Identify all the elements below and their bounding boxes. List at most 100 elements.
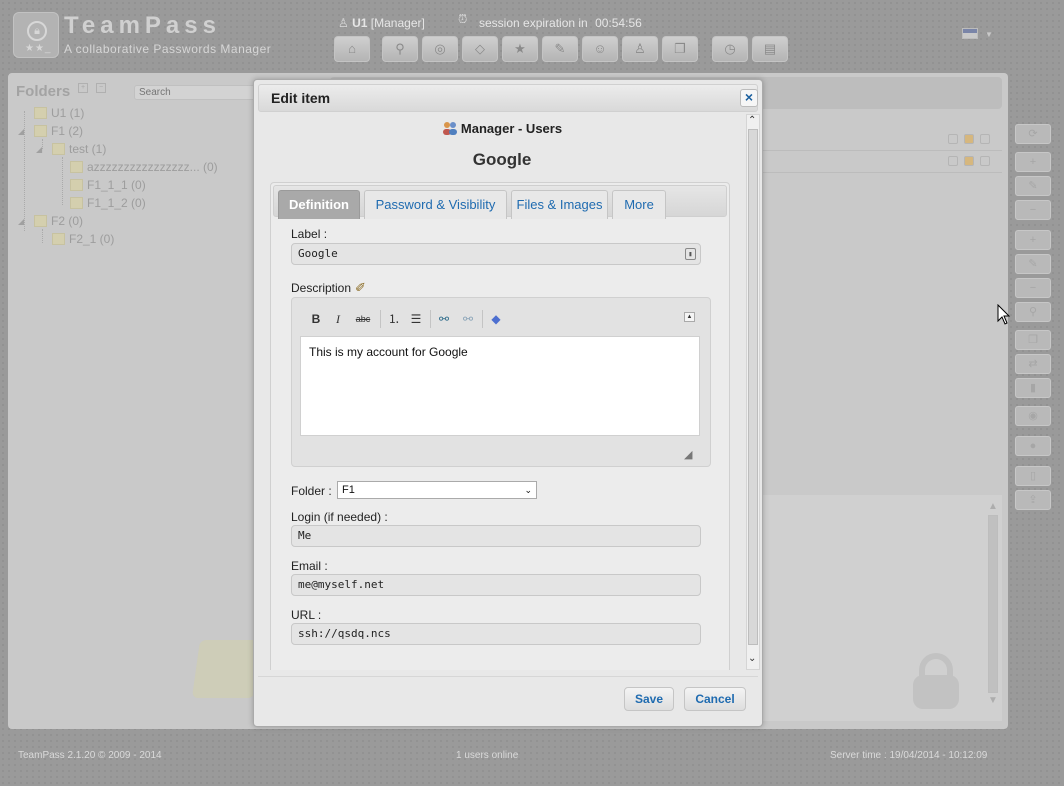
clear-description-icon[interactable]: ✐ — [355, 280, 366, 296]
tree-guide — [42, 229, 43, 243]
user-role: [Manager] — [370, 16, 425, 30]
folder-node[interactable]: azzzzzzzzzzzzzzzz... (0) — [70, 159, 218, 175]
folder-icon — [34, 125, 47, 137]
label-input[interactable]: Google ▮ — [291, 243, 701, 265]
italic-button[interactable]: I — [328, 309, 348, 329]
toolbar-separator — [430, 310, 431, 328]
delete-icon[interactable]: ▮ — [1015, 378, 1051, 398]
home-icon[interactable]: ⌂ — [334, 36, 370, 62]
dialog-footer: Save Cancel — [258, 676, 758, 722]
tag-icon[interactable]: ◇ — [462, 36, 498, 62]
ordered-list-icon[interactable]: ⒈ — [384, 309, 404, 329]
chevron-down-icon[interactable]: ▼ — [985, 30, 993, 39]
copy-login-icon[interactable] — [948, 156, 958, 166]
share-icon[interactable]: ⇪ — [1015, 490, 1051, 510]
group-icon[interactable]: ☺ — [582, 36, 618, 62]
remove-link-icon[interactable]: ⚯ — [458, 309, 478, 329]
tab-password-visibility[interactable]: Password & Visibility — [364, 190, 507, 219]
notes-icon[interactable]: ✎ — [542, 36, 578, 62]
dialog-scrollbar[interactable]: ⌃ ⌄ — [746, 114, 760, 670]
delete-folder-icon[interactable]: − — [1015, 278, 1051, 298]
add-folder-icon[interactable]: + — [1015, 230, 1051, 250]
details-scrollbar[interactable]: ▲ ▼ — [988, 501, 998, 707]
copy-password-icon[interactable] — [964, 134, 974, 144]
contact-card-icon[interactable]: ▮ — [685, 248, 696, 260]
scroll-up-icon[interactable]: ▲ — [988, 501, 998, 512]
app-logo: 🔒︎ ★★_ — [13, 12, 59, 58]
email-input[interactable]: me@myself.net — [291, 574, 701, 596]
description-textarea[interactable]: This is my account for Google — [300, 336, 700, 436]
folder-select[interactable]: F1 ⌄ — [337, 481, 537, 499]
url-field-label: URL : — [291, 608, 322, 622]
key-icon[interactable]: ⚲ — [1015, 302, 1051, 322]
folder-path-text: Manager - Users — [460, 121, 563, 136]
folder-node[interactable]: F1_1_1 (0) — [70, 177, 146, 193]
scroll-down-icon[interactable]: ⌄ — [748, 653, 756, 664]
insert-link-icon[interactable]: ⚯ — [434, 309, 454, 329]
unordered-list-icon[interactable]: ☰ — [406, 309, 426, 329]
folder-node[interactable]: F2_1 (0) — [52, 231, 114, 247]
login-input[interactable]: Me — [291, 525, 701, 547]
folder-label: test (1) — [69, 142, 107, 156]
delete-item-icon[interactable]: − — [1015, 200, 1051, 220]
label-field-label: Label : — [291, 227, 328, 241]
history-icon[interactable]: ◷ — [712, 36, 748, 62]
folder-label: F1_1_1 (0) — [87, 178, 146, 192]
favorite-star-icon[interactable] — [980, 156, 990, 166]
tab-more[interactable]: More — [612, 190, 666, 219]
tab-definition[interactable]: Definition — [278, 190, 360, 219]
folder-icon — [52, 233, 65, 245]
login-field-label: Login (if needed) : — [291, 510, 388, 524]
strikethrough-button[interactable]: abc — [350, 309, 376, 329]
edit-folder-icon[interactable]: ✎ — [1015, 254, 1051, 274]
move-item-icon[interactable]: ⇄ — [1015, 354, 1051, 374]
footer-version: TeamPass 2.1.20 © 2009 - 2014 — [18, 750, 162, 761]
resize-handle-icon[interactable]: ◢ — [684, 448, 698, 462]
notes-icon[interactable]: ▯ — [1015, 466, 1051, 486]
user-icon[interactable]: ♙ — [622, 36, 658, 62]
close-button[interactable]: × — [740, 89, 758, 107]
eraser-icon[interactable]: ◆ — [486, 309, 506, 329]
bold-button[interactable]: B — [306, 309, 326, 329]
lock-icon: 🔒︎ — [27, 21, 47, 41]
dialog-titlebar[interactable]: Edit item × — [258, 84, 758, 112]
copy-item-icon[interactable]: ❐ — [1015, 330, 1051, 350]
save-button[interactable]: Save — [624, 687, 674, 711]
edit-item-icon[interactable]: ✎ — [1015, 176, 1051, 196]
book-icon[interactable]: ▤ — [752, 36, 788, 62]
add-item-icon[interactable]: + — [1015, 152, 1051, 172]
scroll-thumb[interactable] — [988, 515, 998, 693]
scroll-down-icon[interactable]: ▼ — [988, 695, 998, 706]
key-icon[interactable]: ⚲ — [382, 36, 418, 62]
folder-node[interactable]: test (1) — [52, 141, 106, 157]
tree-toggle-icon[interactable]: ◢ — [18, 127, 24, 136]
folder-node[interactable]: F1 (2) — [34, 123, 83, 139]
copy-icon[interactable]: ❐ — [662, 36, 698, 62]
folder-node[interactable]: U1 (1) — [34, 105, 84, 121]
app-subtitle: A collaborative Passwords Manager — [64, 42, 272, 56]
user-icon: ♙ — [338, 16, 349, 30]
collapse-toolbar-icon[interactable]: ▲ — [684, 312, 695, 322]
star-icon[interactable]: ★ — [502, 36, 538, 62]
url-input[interactable]: ssh://qsdq.ncs — [291, 623, 701, 645]
binoculars-icon[interactable]: ◎ — [422, 36, 458, 62]
folder-node[interactable]: F2 (0) — [34, 213, 83, 229]
eye-icon[interactable]: ◉ — [1015, 406, 1051, 426]
favorite-star-icon[interactable] — [980, 134, 990, 144]
tree-toggle-icon[interactable]: ◢ — [18, 217, 24, 226]
scroll-thumb[interactable] — [748, 129, 758, 645]
collapse-all-icon[interactable]: − — [96, 83, 106, 93]
cancel-button[interactable]: Cancel — [684, 687, 746, 711]
folder-node[interactable]: F1_1_2 (0) — [70, 195, 146, 211]
tree-toggle-icon[interactable]: ◢ — [36, 145, 42, 154]
expand-all-icon[interactable]: + — [78, 83, 88, 93]
stop-icon[interactable]: ● — [1015, 436, 1051, 456]
tab-files-images[interactable]: Files & Images — [511, 190, 608, 219]
copy-password-icon[interactable] — [964, 156, 974, 166]
language-flag-icon[interactable] — [962, 28, 978, 39]
folder-label: F2_1 (0) — [69, 232, 115, 246]
copy-login-icon[interactable] — [948, 134, 958, 144]
footer-server-time: Server time : 19/04/2014 - 10:12:09 — [830, 750, 988, 761]
scroll-up-icon[interactable]: ⌃ — [748, 115, 756, 126]
refresh-icon[interactable]: ⟳ — [1015, 124, 1051, 144]
